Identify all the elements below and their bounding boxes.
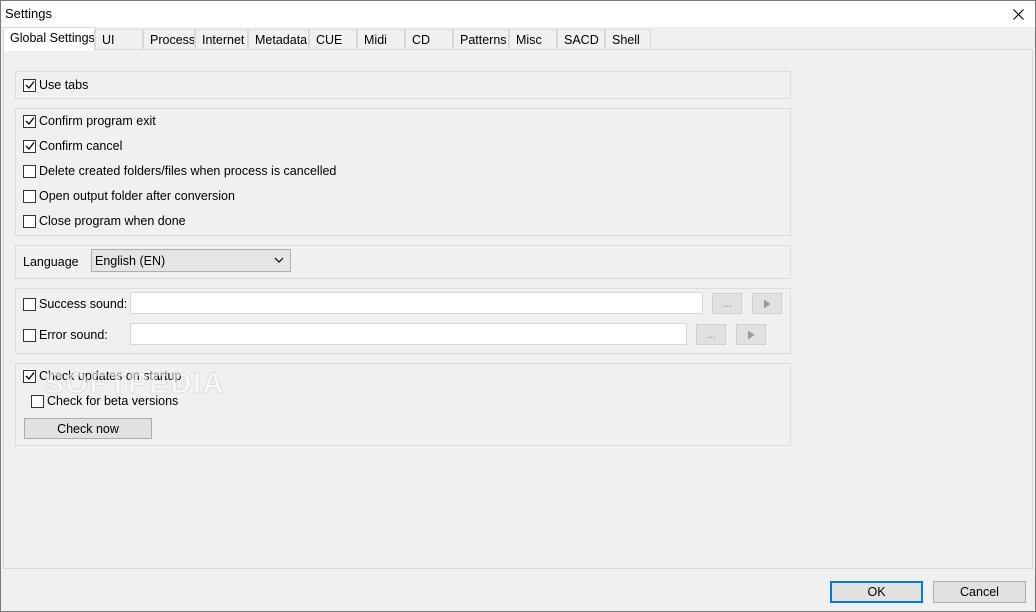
success-sound-label: Success sound: [39, 297, 128, 311]
play-icon [748, 330, 755, 339]
title-bar: Settings [1, 1, 1035, 27]
language-group: Language English (EN) [15, 245, 791, 279]
checkbox-box [23, 328, 36, 342]
sounds-group: Success sound: ... Error sound: ... [15, 288, 791, 354]
checkbox-box [23, 139, 36, 153]
checkbox-box [23, 369, 36, 383]
check-updates-startup-checkbox[interactable]: Check updates on startup [23, 368, 181, 384]
use-tabs-label: Use tabs [39, 78, 89, 92]
checkbox-box [23, 78, 36, 92]
use-tabs-checkbox[interactable]: Use tabs [23, 77, 88, 93]
language-select[interactable]: English (EN) [91, 249, 291, 272]
tab-ui[interactable]: UI [95, 29, 143, 50]
window-title: Settings [5, 6, 52, 21]
checkmark-icon [25, 372, 35, 380]
close-when-done-label: Close program when done [39, 214, 186, 228]
success-sound-checkbox[interactable]: Success sound: [23, 296, 127, 312]
open-output-label: Open output folder after conversion [39, 189, 235, 203]
checkbox-box [23, 164, 36, 178]
play-icon [764, 299, 771, 308]
ok-button[interactable]: OK [830, 581, 923, 603]
tab-internet[interactable]: Internet [195, 29, 248, 50]
check-beta-checkbox[interactable]: Check for beta versions [31, 393, 178, 409]
settings-window: Settings Global Settings UI Process Inte… [0, 0, 1036, 612]
close-button[interactable] [1001, 1, 1035, 27]
tab-global-settings[interactable]: Global Settings [3, 27, 95, 51]
error-sound-label: Error sound: [39, 328, 108, 342]
behavior-group: Confirm program exit Confirm cancel Dele… [15, 108, 791, 236]
delete-created-checkbox[interactable]: Delete created folders/files when proces… [23, 163, 336, 179]
updates-group: Check updates on startup Check for beta … [15, 363, 791, 446]
checkmark-icon [25, 142, 35, 150]
check-updates-startup-label: Check updates on startup [39, 369, 182, 383]
tab-strip: Global Settings UI Process Internet Meta… [3, 27, 1033, 51]
language-value: English (EN) [95, 254, 166, 268]
checkmark-icon [25, 117, 35, 125]
confirm-exit-checkbox[interactable]: Confirm program exit [23, 113, 156, 129]
success-sound-input[interactable] [130, 292, 703, 314]
tab-shell[interactable]: Shell [605, 29, 651, 50]
global-settings-panel: Use tabs Confirm program exit Confirm ca… [3, 49, 1033, 569]
checkbox-box [23, 214, 36, 228]
error-sound-checkbox[interactable]: Error sound: [23, 327, 108, 343]
tab-cue[interactable]: CUE [309, 29, 357, 50]
tab-misc[interactable]: Misc [509, 29, 557, 50]
close-when-done-checkbox[interactable]: Close program when done [23, 213, 186, 229]
delete-created-label: Delete created folders/files when proces… [39, 164, 337, 178]
confirm-cancel-label: Confirm cancel [39, 139, 123, 153]
checkbox-box [23, 189, 36, 203]
general-group: Use tabs [15, 71, 791, 99]
cancel-button[interactable]: Cancel [933, 581, 1026, 603]
tab-process[interactable]: Process [143, 29, 195, 50]
language-label: Language [23, 255, 79, 269]
check-beta-label: Check for beta versions [47, 394, 179, 408]
error-sound-play-button[interactable] [736, 324, 766, 345]
error-sound-browse-button[interactable]: ... [696, 324, 726, 345]
checkbox-box [23, 297, 36, 311]
close-icon [1012, 8, 1024, 20]
success-sound-play-button[interactable] [752, 293, 782, 314]
open-output-checkbox[interactable]: Open output folder after conversion [23, 188, 235, 204]
checkbox-box [31, 394, 44, 408]
success-sound-browse-button[interactable]: ... [712, 293, 742, 314]
confirm-exit-label: Confirm program exit [39, 114, 156, 128]
tab-sacd[interactable]: SACD [557, 29, 605, 50]
checkmark-icon [25, 81, 35, 89]
tab-patterns[interactable]: Patterns [453, 29, 509, 50]
tab-midi[interactable]: Midi [357, 29, 405, 50]
checkbox-box [23, 114, 36, 128]
check-now-button[interactable]: Check now [24, 418, 152, 439]
tab-cd[interactable]: CD [405, 29, 453, 50]
confirm-cancel-checkbox[interactable]: Confirm cancel [23, 138, 122, 154]
error-sound-input[interactable] [130, 323, 687, 345]
tab-metadata[interactable]: Metadata [248, 29, 309, 50]
chevron-down-icon [274, 257, 284, 263]
